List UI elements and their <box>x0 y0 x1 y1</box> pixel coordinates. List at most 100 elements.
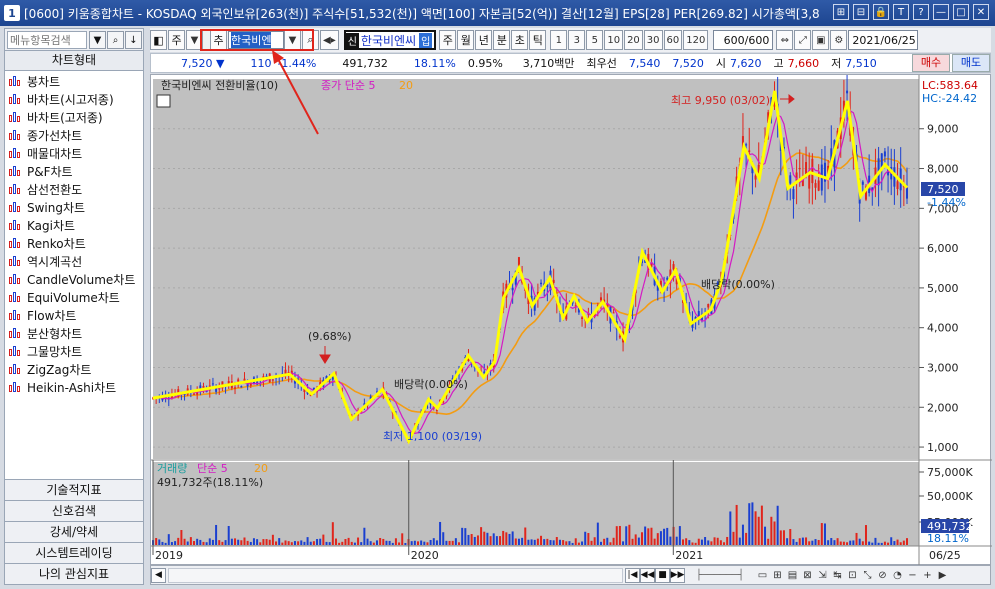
rewind-button[interactable]: ◀◀ <box>640 567 655 583</box>
scroll-left-button[interactable]: ◀ <box>151 567 166 583</box>
menu-search-input[interactable] <box>7 31 87 49</box>
type-button[interactable]: 주 <box>168 30 185 50</box>
minute-60[interactable]: 60 <box>663 30 683 50</box>
sidebar-item[interactable]: Heikin-Ashi차트 <box>5 378 143 396</box>
compare-icon[interactable]: ⇔ <box>776 30 794 50</box>
candle-body <box>814 183 817 188</box>
sidebar-item[interactable]: 그물망차트 <box>5 342 143 360</box>
tool9-icon[interactable]: ⊘ <box>875 568 890 583</box>
tool8-icon[interactable]: ⤡ <box>860 568 875 583</box>
split-icon[interactable]: ⊟ <box>853 4 869 20</box>
slider-icon[interactable]: ├──────┤ <box>685 568 755 583</box>
settings-icon[interactable]: ⚙ <box>830 30 848 50</box>
sidebar-item[interactable]: Renko차트 <box>5 234 143 252</box>
sidebar: ▼ ⌕ ↓ 차트형태 봉차트바차트(시고저종) 바차트(고저종) 종가선차트매물대차… <box>4 28 144 585</box>
candle-body <box>211 383 214 385</box>
sidebar-item[interactable]: 분산형차트 <box>5 324 143 342</box>
scroll-right-icon[interactable]: ▶ <box>935 568 950 583</box>
sidebar-tab[interactable]: 강세/약세 <box>5 521 143 542</box>
volume-bar <box>530 539 533 545</box>
volume-bar <box>587 533 590 545</box>
candle-body <box>581 317 584 319</box>
close-icon[interactable]: ✕ <box>973 4 989 20</box>
tool6-icon[interactable]: ↹ <box>830 568 845 583</box>
volume-bar <box>558 539 561 545</box>
volume-bar <box>883 541 886 545</box>
sidebar-item[interactable]: 매물대차트 <box>5 144 143 162</box>
minute-20[interactable]: 20 <box>624 30 643 50</box>
scroll-track[interactable] <box>168 567 623 583</box>
period-tick[interactable]: 틱 <box>529 30 547 50</box>
volume-bar <box>659 531 662 545</box>
buy-button[interactable]: 매수 <box>912 54 950 72</box>
sidebar-item[interactable]: Swing차트 <box>5 198 143 216</box>
sound-icon[interactable]: ◀▸ <box>320 30 339 50</box>
move-down-button[interactable]: ↓ <box>125 31 142 49</box>
tool3-icon[interactable]: ▤ <box>785 568 800 583</box>
sidebar-item[interactable]: ZigZag차트 <box>5 360 143 378</box>
dividend-annotation-2: 배당락(0.00%) <box>701 278 775 291</box>
lock-icon[interactable]: 🔒 <box>873 4 889 20</box>
sidebar-item-label: EquiVolume차트 <box>27 290 120 305</box>
dropdown-button[interactable]: ▼ <box>89 31 106 49</box>
volume-bar <box>899 542 902 545</box>
sidebar-item[interactable]: P&F차트 <box>5 162 143 180</box>
sidebar-tab[interactable]: 기술적지표 <box>5 479 143 500</box>
zoom-icon[interactable]: ⤢ <box>794 30 812 50</box>
sidebar-item[interactable]: 종가선차트 <box>5 126 143 144</box>
tool2-icon[interactable]: ⊞ <box>770 568 785 583</box>
sidebar-item[interactable]: 삼선전환도 <box>5 180 143 198</box>
minute-30[interactable]: 30 <box>643 30 663 50</box>
volume-bar <box>574 538 577 545</box>
tool4-icon[interactable]: ⊠ <box>800 568 815 583</box>
tool7-icon[interactable]: ⊡ <box>845 568 860 583</box>
sidebar-item[interactable]: 역시계곡선 <box>5 252 143 270</box>
first-button[interactable]: |◀ <box>625 567 640 583</box>
minute-3[interactable]: 3 <box>568 30 586 50</box>
minute-10[interactable]: 10 <box>604 30 624 50</box>
sidebar-tab[interactable]: 신호검색 <box>5 500 143 521</box>
sidebar-item[interactable]: 봉차트 <box>5 72 143 90</box>
tool10-icon[interactable]: ◔ <box>890 568 905 583</box>
sidebar-tab[interactable]: 나의 관심지표 <box>5 563 143 584</box>
sidebar-item[interactable]: 바차트(고저종) <box>5 108 143 126</box>
minute-5[interactable]: 5 <box>586 30 604 50</box>
sidebar-item[interactable]: EquiVolume차트 <box>5 288 143 306</box>
tile-icon[interactable]: ⊞ <box>833 4 849 20</box>
count-input[interactable]: 600/600 <box>713 30 774 50</box>
chart-svg[interactable]: 9,0008,0007,0006,0005,0004,0003,0002,000… <box>151 64 992 566</box>
sell-button[interactable]: 매도 <box>952 54 990 72</box>
stop-button[interactable]: ■ <box>655 567 670 583</box>
minute-1[interactable]: 1 <box>550 30 568 50</box>
chart-area[interactable]: 9,000 8,000 7,000 6,000 5,000 4,000 3,000 2,000… <box>150 64 992 566</box>
zoom-in-icon[interactable]: + <box>920 568 935 583</box>
period-week[interactable]: 주 <box>439 30 457 50</box>
sidebar-item[interactable]: Kagi차트 <box>5 216 143 234</box>
sidebar-item[interactable]: Flow차트 <box>5 306 143 324</box>
period-second[interactable]: 초 <box>511 30 529 50</box>
date-input[interactable]: 2021/06/25 <box>848 30 919 50</box>
grid-toggle-icon[interactable] <box>156 94 171 108</box>
font-icon[interactable]: T <box>893 4 909 20</box>
save-icon[interactable]: ▣ <box>812 30 830 50</box>
period-minute[interactable]: 분 <box>493 30 511 50</box>
help-icon[interactable]: ? <box>913 4 929 20</box>
play-button[interactable]: ▶▶ <box>670 567 685 583</box>
volume-bar <box>470 534 473 545</box>
minute-120[interactable]: 120 <box>683 30 709 50</box>
period-year[interactable]: 년 <box>475 30 493 50</box>
volume-bar <box>174 541 177 545</box>
maximize-icon[interactable]: □ <box>953 4 969 20</box>
stock-name-box[interactable]: 신 한국비엔씨 입 <box>343 30 437 50</box>
view-toggle-button[interactable]: ◧ <box>150 30 167 50</box>
tool1-icon[interactable]: ▭ <box>755 568 770 583</box>
zoom-out-icon[interactable]: − <box>905 568 920 583</box>
sidebar-item[interactable]: 바차트(시고저종) <box>5 90 143 108</box>
minimize-icon[interactable]: — <box>933 4 949 20</box>
period-month[interactable]: 월 <box>457 30 475 50</box>
sidebar-item[interactable]: CandleVolume차트 <box>5 270 143 288</box>
search-button[interactable]: ⌕ <box>107 31 124 49</box>
tool5-icon[interactable]: ⇲ <box>815 568 830 583</box>
volume-bar <box>855 532 858 545</box>
sidebar-tab[interactable]: 시스템트레이딩 <box>5 542 143 563</box>
